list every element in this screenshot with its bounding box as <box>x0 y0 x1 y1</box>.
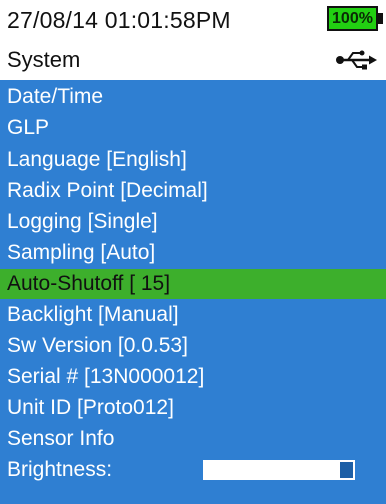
menu-item-label: Sensor Info <box>7 427 115 450</box>
menu-item-label: Serial # [13N000012] <box>7 365 205 388</box>
menu-item-label: Language [English] <box>7 148 187 171</box>
brightness-slider-fill <box>205 462 340 478</box>
battery-tip <box>378 13 383 24</box>
menu-item-brightness[interactable]: Brightness: <box>0 455 386 485</box>
menu-item-label: Sampling [Auto] <box>7 241 156 264</box>
title-bar: System <box>0 42 386 78</box>
menu-item-serial-number[interactable]: Serial # [13N000012] <box>0 362 386 392</box>
battery-level-label: 100% <box>332 10 373 27</box>
menu-item-label: Backlight [Manual] <box>7 303 179 326</box>
page-title: System <box>7 47 81 72</box>
menu-item-label: Date/Time <box>7 85 104 108</box>
menu-item-auto-shutoff[interactable]: Auto-Shutoff [ 15] <box>0 269 386 299</box>
brightness-slider[interactable] <box>203 460 355 480</box>
menu-item-language[interactable]: Language [English] <box>0 145 386 175</box>
menu-item-sampling[interactable]: Sampling [Auto] <box>0 238 386 268</box>
menu-item-sensor-info[interactable]: Sensor Info <box>0 424 386 454</box>
menu-item-label: Brightness: <box>7 458 113 481</box>
menu-item-label: Radix Point [Decimal] <box>7 179 208 202</box>
menu-item-label: Sw Version [0.0.53] <box>7 334 188 357</box>
menu-item-label: Logging [Single] <box>7 210 158 233</box>
menu-item-label: Unit ID [Proto012] <box>7 396 174 419</box>
menu-item-sw-version[interactable]: Sw Version [0.0.53] <box>0 331 386 361</box>
menu-item-label: Auto-Shutoff [ 15] <box>7 272 171 295</box>
datetime-readout: 27/08/14 01:01:58PM <box>7 7 231 33</box>
menu-item-glp[interactable]: GLP <box>0 113 386 143</box>
menu-item-radix-point[interactable]: Radix Point [Decimal] <box>0 176 386 206</box>
menu-item-label: GLP <box>7 116 50 139</box>
menu-item-logging[interactable]: Logging [Single] <box>0 207 386 237</box>
battery-icon: 100% <box>327 6 378 31</box>
device-screen: 27/08/14 01:01:58PM 100% System Date/Tim… <box>0 0 386 504</box>
menu-item-unit-id[interactable]: Unit ID [Proto012] <box>0 393 386 423</box>
menu-item-date-time[interactable]: Date/Time <box>0 82 386 112</box>
menu-item-backlight[interactable]: Backlight [Manual] <box>0 300 386 330</box>
usb-icon <box>336 50 377 70</box>
status-bar: 27/08/14 01:01:58PM 100% <box>0 0 386 38</box>
system-menu: Date/Time GLP Language [English] Radix P… <box>0 80 386 504</box>
